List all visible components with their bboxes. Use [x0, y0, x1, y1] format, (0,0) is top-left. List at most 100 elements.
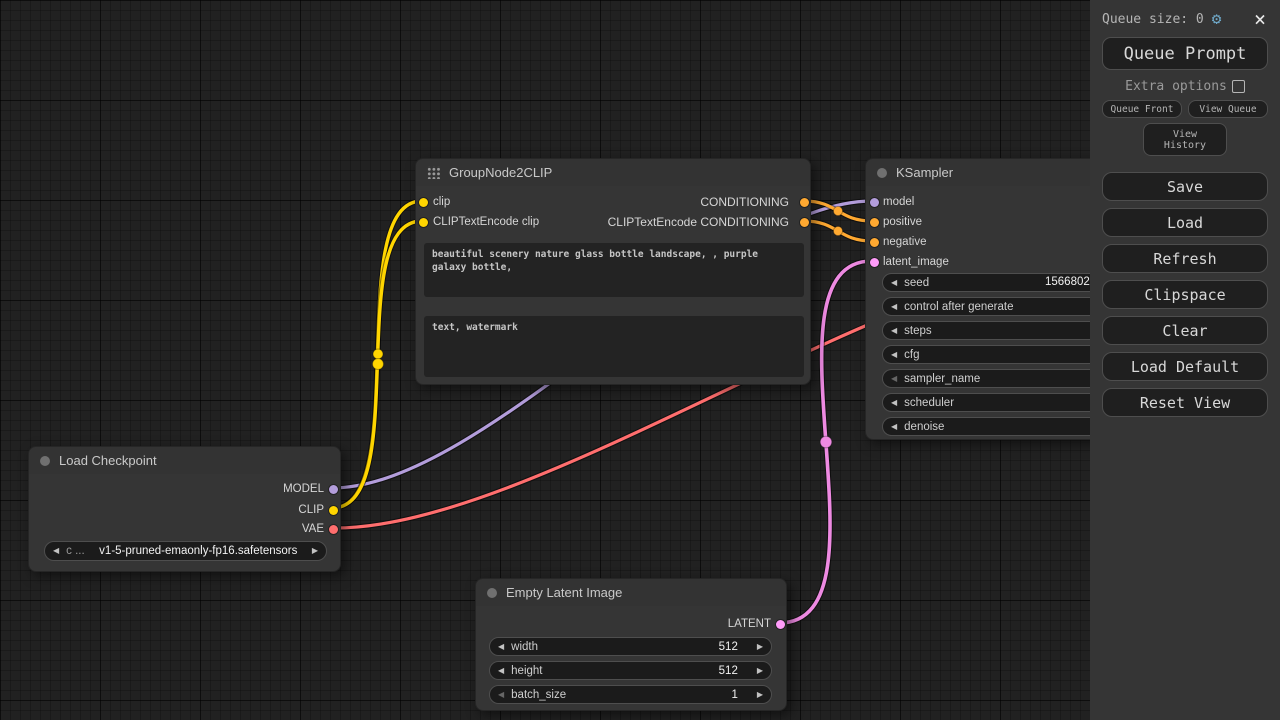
output-slot-model: MODEL	[29, 482, 340, 496]
widget-label: width	[511, 641, 538, 653]
refresh-button[interactable]: Refresh	[1102, 244, 1268, 273]
decrement-arrow-icon[interactable]: ◀	[891, 279, 897, 287]
slot-label: MODEL	[283, 483, 324, 495]
widget-label: steps	[904, 325, 932, 337]
decrement-arrow-icon[interactable]: ◀	[891, 351, 897, 359]
increment-arrow-icon[interactable]: ▶	[757, 667, 763, 675]
widget-label: sampler_name	[904, 373, 980, 385]
increment-arrow-icon[interactable]: ▶	[312, 547, 318, 555]
extra-options-label: Extra options	[1125, 79, 1227, 94]
decrement-arrow-icon[interactable]: ◀	[53, 547, 59, 555]
node-title: Load Checkpoint	[59, 453, 157, 468]
widget-label: batch_size	[511, 689, 566, 701]
collapse-dot-icon[interactable]	[487, 588, 497, 598]
node-title: GroupNode2CLIP	[449, 165, 552, 180]
slot-label: latent_image	[883, 255, 949, 269]
queue-prompt-button[interactable]: Queue Prompt	[1102, 37, 1268, 70]
widget-scheduler[interactable]: ◀ scheduler	[882, 393, 1123, 412]
slot-label: positive	[883, 215, 922, 229]
node-title-bar[interactable]: Empty Latent Image	[476, 579, 786, 606]
output-slot-clip: CLIP	[29, 503, 340, 517]
output-dot-conditioning[interactable]	[800, 198, 809, 207]
input-dot-negative[interactable]	[870, 238, 879, 247]
comfy-menu-panel: Queue size: 0 ⚙ × Queue Prompt Extra opt…	[1090, 0, 1280, 720]
slot-label: CLIPTextEncode CONDITIONING	[608, 215, 789, 229]
widget-control-after-generate[interactable]: ◀ control after generate randomize	[882, 297, 1123, 316]
output-dot-model[interactable]	[329, 485, 338, 494]
node-title-bar[interactable]: Load Checkpoint	[29, 447, 340, 474]
widget-label: denoise	[904, 421, 944, 433]
decrement-arrow-icon[interactable]: ◀	[891, 375, 897, 383]
decrement-arrow-icon[interactable]: ◀	[891, 423, 897, 431]
input-dot-positive[interactable]	[870, 218, 879, 227]
positive-prompt-textarea[interactable]: beautiful scenery nature glass bottle la…	[424, 243, 804, 297]
comfyui-app: GroupNode2CLIP clip CLIPTextEncode clip …	[0, 0, 1280, 720]
widget-value: v1-5-pruned-emaonly-fp16.safetensors	[92, 545, 305, 557]
clipspace-button[interactable]: Clipspace	[1102, 280, 1268, 309]
decrement-arrow-icon[interactable]: ◀	[891, 303, 897, 311]
widget-label: control after generate	[904, 301, 1013, 313]
increment-arrow-icon[interactable]: ▶	[757, 691, 763, 699]
node-title: Empty Latent Image	[506, 585, 622, 600]
decrement-arrow-icon[interactable]: ◀	[498, 691, 504, 699]
widget-label: scheduler	[904, 397, 954, 409]
group-node-grid-icon	[427, 166, 440, 179]
decrement-arrow-icon[interactable]: ◀	[498, 643, 504, 651]
widget-cfg[interactable]: ◀ cfg	[882, 345, 1123, 364]
view-history-button[interactable]: View History	[1143, 123, 1227, 156]
output-slot-latent: LATENT	[476, 617, 786, 631]
widget-value: 1	[731, 689, 737, 701]
widget-denoise[interactable]: ◀ denoise	[882, 417, 1123, 436]
collapse-dot-icon[interactable]	[40, 456, 50, 466]
slot-label: CONDITIONING	[700, 195, 789, 209]
output-dot-clip[interactable]	[329, 506, 338, 515]
decrement-arrow-icon[interactable]: ◀	[891, 399, 897, 407]
output-slot-conditioning: CONDITIONING	[416, 195, 810, 209]
output-slot-vae: VAE	[29, 522, 340, 536]
close-icon[interactable]: ×	[1254, 9, 1266, 29]
slot-label: CLIP	[298, 504, 324, 516]
slot-label: model	[883, 195, 914, 209]
output-dot-conditioning[interactable]	[800, 218, 809, 227]
widget-ckpt-name[interactable]: ◀ c ... v1-5-pruned-emaonly-fp16.safeten…	[44, 541, 327, 561]
widget-sampler-name[interactable]: ◀ sampler_name	[882, 369, 1123, 388]
view-queue-button[interactable]: View Queue	[1188, 100, 1268, 118]
load-button[interactable]: Load	[1102, 208, 1268, 237]
output-dot-vae[interactable]	[329, 525, 338, 534]
decrement-arrow-icon[interactable]: ◀	[891, 327, 897, 335]
menu-header: Queue size: 0 ⚙ ×	[1090, 0, 1280, 31]
node-load-checkpoint[interactable]: Load Checkpoint MODEL CLIP VAE ◀ c ... v…	[28, 446, 341, 572]
queue-size-label: Queue size: 0	[1102, 12, 1204, 27]
widget-height[interactable]: ◀ height 512 ▶	[489, 661, 772, 680]
decrement-arrow-icon[interactable]: ◀	[498, 667, 504, 675]
node-title: KSampler	[896, 165, 953, 180]
save-button[interactable]: Save	[1102, 172, 1268, 201]
widget-seed[interactable]: ◀ seed 1566802087	[882, 273, 1123, 292]
node-groupnode2clip[interactable]: GroupNode2CLIP clip CLIPTextEncode clip …	[415, 158, 811, 385]
output-dot-latent[interactable]	[776, 620, 785, 629]
increment-arrow-icon[interactable]: ▶	[757, 643, 763, 651]
load-default-button[interactable]: Load Default	[1102, 352, 1268, 381]
node-title-bar[interactable]: GroupNode2CLIP	[416, 159, 810, 186]
input-dot-latent-image[interactable]	[870, 258, 879, 267]
slot-label: VAE	[302, 523, 324, 535]
node-empty-latent-image[interactable]: Empty Latent Image LATENT ◀ width 512 ▶ …	[475, 578, 787, 711]
settings-gear-icon[interactable]: ⚙	[1212, 11, 1222, 27]
widget-label: cfg	[904, 349, 919, 361]
output-slot-cliptextencode-conditioning: CLIPTextEncode CONDITIONING	[416, 215, 810, 229]
reset-view-button[interactable]: Reset View	[1102, 388, 1268, 417]
widget-steps[interactable]: ◀ steps	[882, 321, 1123, 340]
slot-label: negative	[883, 235, 926, 249]
clear-button[interactable]: Clear	[1102, 316, 1268, 345]
widget-label: c ...	[66, 545, 85, 557]
widget-width[interactable]: ◀ width 512 ▶	[489, 637, 772, 656]
extra-options-row: Extra options	[1090, 79, 1280, 94]
input-dot-model[interactable]	[870, 198, 879, 207]
widget-batch-size[interactable]: ◀ batch_size 1 ▶	[489, 685, 772, 704]
queue-front-button[interactable]: Queue Front	[1102, 100, 1182, 118]
widget-label: seed	[904, 277, 929, 289]
widget-label: height	[511, 665, 542, 677]
negative-prompt-textarea[interactable]: text, watermark	[424, 316, 804, 377]
extra-options-checkbox[interactable]	[1232, 80, 1245, 93]
collapse-dot-icon[interactable]	[877, 168, 887, 178]
